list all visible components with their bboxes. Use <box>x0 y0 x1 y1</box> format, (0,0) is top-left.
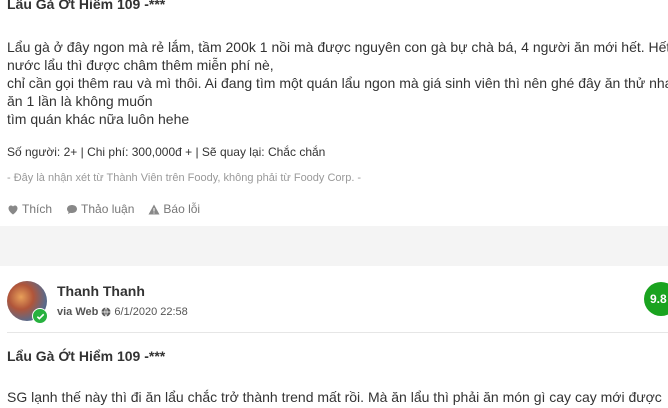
review-body-line: nước lẩu thì được châm thêm miễn phí nè, <box>7 57 274 73</box>
review-body-line: Lẩu gà ở đây ngon mà rẻ lắm, tầm 200k 1 … <box>7 39 668 55</box>
report-button[interactable]: Báo lỗi <box>148 202 200 216</box>
warning-icon <box>148 204 160 214</box>
review-separator <box>0 226 668 266</box>
discuss-button[interactable]: Thảo luận <box>66 202 134 216</box>
review-actions: Thích Thảo luận Báo lỗi <box>7 202 214 216</box>
divider <box>7 332 668 333</box>
review-card: Thanh Thanh via Web 6/1/2020 22:58 9.8 L… <box>0 266 668 408</box>
review-meta: Số người: 2+ | Chi phí: 300,000đ + | Sẽ … <box>7 145 326 159</box>
discuss-label: Thảo luận <box>81 202 135 216</box>
review-disclaimer: - Đây là nhận xét từ Thành Viên trên Foo… <box>7 172 362 184</box>
comment-icon <box>67 204 78 214</box>
review-body-line: SG lạnh thế này thì đi ăn lẩu chắc trở t… <box>7 389 662 405</box>
review-score-badge: 9.8 <box>644 282 668 316</box>
like-label: Thích <box>22 202 53 216</box>
review-body-line: ăn 1 lần là không muốn <box>7 93 153 109</box>
review-card: Lẩu Gà Ớt Hiểm 109 -*** Lẩu gà ở đây ngo… <box>0 0 668 226</box>
review-datetime: 6/1/2020 22:58 <box>114 306 188 318</box>
review-body: Lẩu gà ở đây ngon mà rẻ lắm, tầm 200k 1 … <box>7 38 668 128</box>
review-title[interactable]: Lẩu Gà Ớt Hiểm 109 -*** <box>7 0 165 12</box>
report-label: Báo lỗi <box>163 202 201 216</box>
globe-icon <box>101 307 111 317</box>
like-button[interactable]: Thích <box>7 202 52 216</box>
heart-icon <box>8 205 18 214</box>
review-body-line: tìm quán khác nữa luôn hehe <box>7 111 190 127</box>
reviewer-name[interactable]: Thanh Thanh <box>57 283 145 299</box>
review-title[interactable]: Lẩu Gà Ớt Hiểm 109 -*** <box>7 348 165 364</box>
via-label: via Web <box>57 306 99 318</box>
review-source: via Web 6/1/2020 22:58 <box>57 306 188 318</box>
review-body-line: chỉ cần gọi thêm rau và mì thôi. Ai đang… <box>7 75 668 91</box>
review-body: SG lạnh thế này thì đi ăn lẩu chắc trở t… <box>7 388 668 406</box>
verified-badge-icon <box>32 308 48 324</box>
